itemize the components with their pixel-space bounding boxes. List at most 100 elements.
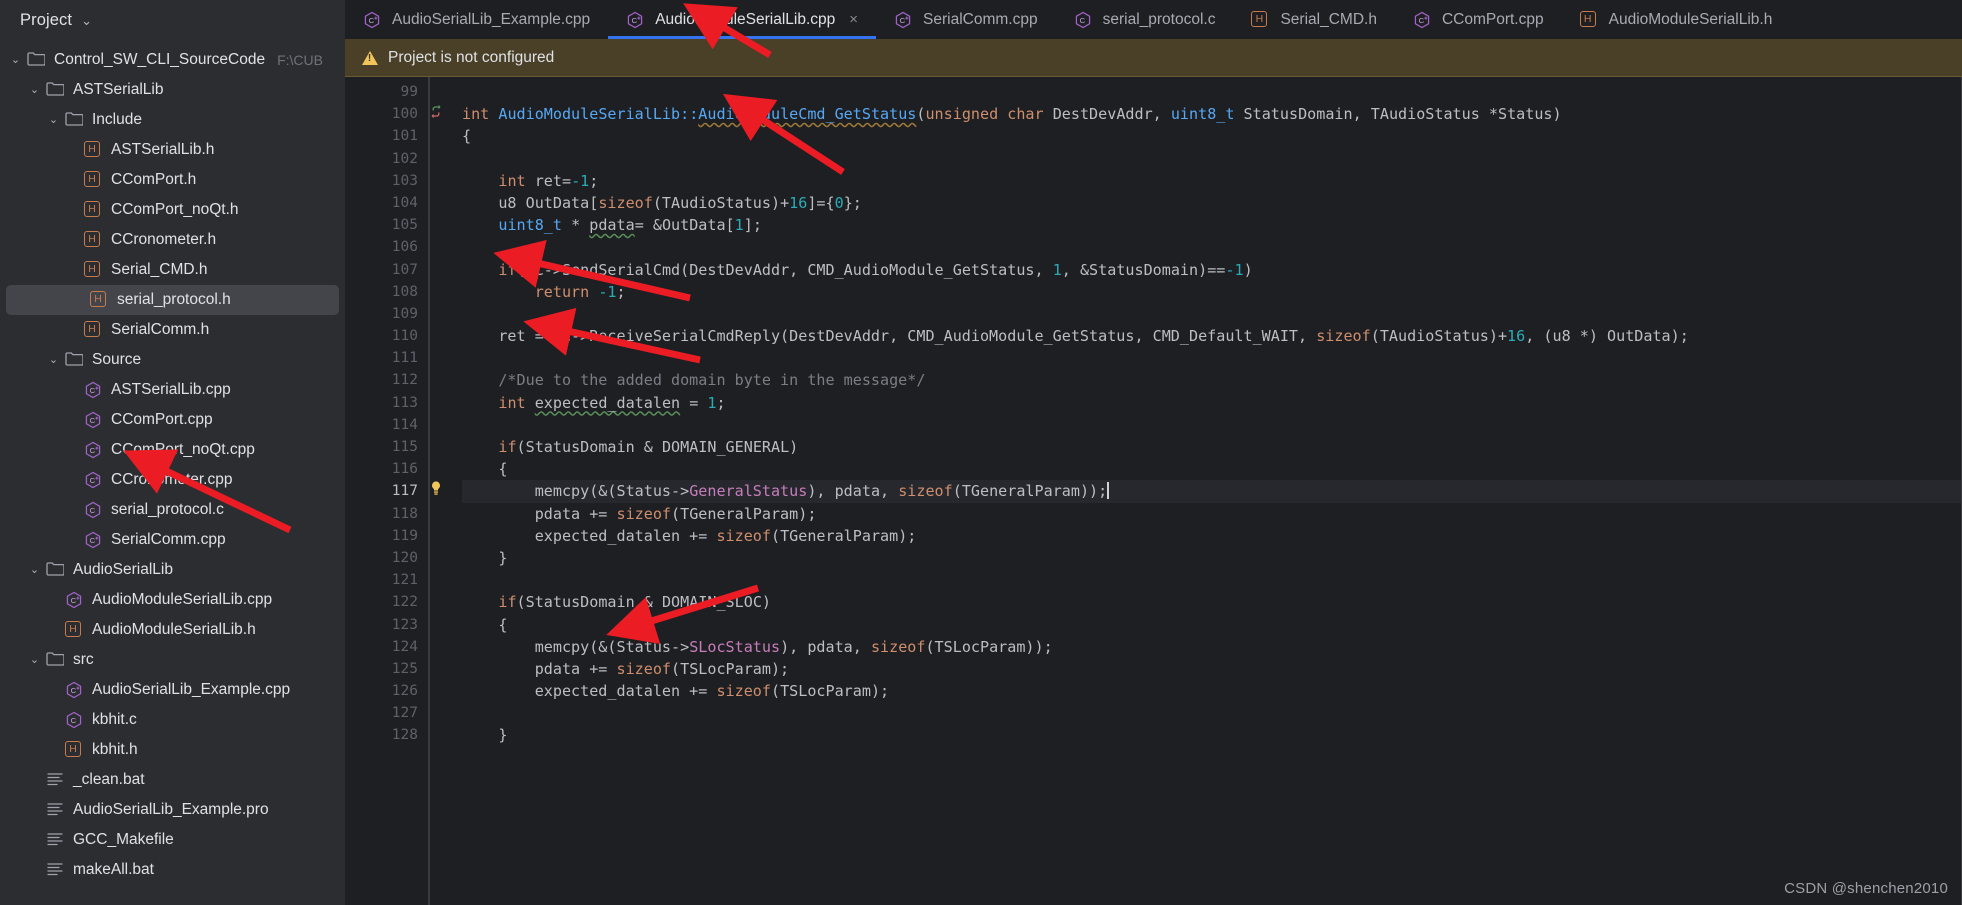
line-number[interactable]: 126 — [345, 680, 428, 702]
line-number[interactable]: 101 — [345, 125, 428, 147]
line-number[interactable]: 111 — [345, 347, 428, 369]
line-number-gutter[interactable]: 99 100 101 102 103 104 105 106 107 108 109 110 111 11… — [345, 77, 441, 905]
tree-item-ccomport-noqt-cpp[interactable]: ⌄CCComPort_noQt.cpp — [0, 435, 345, 465]
code-line[interactable] — [462, 81, 1962, 103]
tree-item-serial-cmd-h[interactable]: ⌄HSerial_CMD.h — [0, 255, 345, 285]
line-number[interactable]: 121 — [345, 569, 428, 591]
line-number[interactable]: 118 — [345, 503, 428, 525]
tree-item-astseriallib-h[interactable]: ⌄HASTSerialLib.h — [0, 135, 345, 165]
line-number[interactable]: 110 — [345, 325, 428, 347]
code-line[interactable]: if(SC->SendSerialCmd(DestDevAddr, CMD_Au… — [462, 259, 1962, 281]
tree-item-include[interactable]: ⌄ Include — [0, 105, 345, 135]
tree-item-serialcomm-h[interactable]: ⌄HSerialComm.h — [0, 315, 345, 345]
line-number[interactable]: 102 — [345, 148, 428, 170]
project-panel-header[interactable]: Project ⌄ — [0, 0, 345, 40]
notification-bar[interactable]: Project is not configured — [345, 39, 1962, 77]
line-number[interactable]: 119 — [345, 525, 428, 547]
tree-item-kbhit-c[interactable]: ⌄Ckbhit.c — [0, 705, 345, 735]
line-number[interactable]: 107 — [345, 259, 428, 281]
tree-item-source[interactable]: ⌄ Source — [0, 345, 345, 375]
code-line[interactable]: pdata += sizeof(TSLocParam); — [462, 658, 1962, 680]
chevron-down-icon[interactable]: ⌄ — [27, 564, 42, 576]
code-line[interactable] — [462, 414, 1962, 436]
tree-item--clean-bat[interactable]: ⌄_clean.bat — [0, 765, 345, 795]
tree-item-audioseriallib[interactable]: ⌄ AudioSerialLib — [0, 555, 345, 585]
chevron-down-icon[interactable]: ⌄ — [81, 13, 92, 29]
tree-item-ccomport-noqt-h[interactable]: ⌄HCComPort_noQt.h — [0, 195, 345, 225]
line-number[interactable]: 117 — [345, 480, 440, 502]
editor-tab-ccomport-cpp[interactable]: C CComPort.cpp — [1395, 0, 1562, 39]
editor-tab-audioseriallib-example-cpp[interactable]: C AudioSerialLib_Example.cpp — [345, 0, 608, 39]
code-line[interactable] — [462, 148, 1962, 170]
code-line[interactable]: int ret=-1; — [462, 170, 1962, 192]
line-number[interactable]: 114 — [345, 414, 428, 436]
editor-tab-serialcomm-cpp[interactable]: C SerialComm.cpp — [876, 0, 1056, 39]
editor-tab-serial-protocol-c[interactable]: Cserial_protocol.c — [1056, 0, 1234, 39]
line-number[interactable]: 105 — [345, 214, 428, 236]
code-line[interactable] — [462, 347, 1962, 369]
line-number[interactable]: 122 — [345, 591, 428, 613]
code-line[interactable] — [462, 702, 1962, 724]
chevron-down-icon[interactable]: ⌄ — [8, 54, 23, 66]
chevron-down-icon[interactable]: ⌄ — [46, 354, 61, 366]
code-line[interactable]: } — [462, 547, 1962, 569]
line-number[interactable]: 112 — [345, 369, 428, 391]
line-number[interactable]: 113 — [345, 392, 428, 414]
code-editor[interactable]: 99 100 101 102 103 104 105 106 107 108 109 110 111 11… — [345, 77, 1962, 905]
chevron-down-icon[interactable]: ⌄ — [46, 114, 61, 126]
tree-item-ccomport-cpp[interactable]: ⌄CCComPort.cpp — [0, 405, 345, 435]
code-line[interactable] — [462, 569, 1962, 591]
tree-item-src[interactable]: ⌄ src — [0, 645, 345, 675]
code-line[interactable]: return -1; — [462, 281, 1962, 303]
code-line[interactable]: memcpy(&(Status->SLocStatus), pdata, siz… — [462, 636, 1962, 658]
line-number[interactable]: 123 — [345, 614, 428, 636]
tree-item-ccronometer-h[interactable]: ⌄HCCronometer.h — [0, 225, 345, 255]
code-line[interactable]: /*Due to the added domain byte in the me… — [462, 369, 1962, 391]
tree-item-audioseriallib-example-cpp[interactable]: ⌄CAudioSerialLib_Example.cpp — [0, 675, 345, 705]
code-line[interactable]: ret = SC->ReceiveSerialCmdReply(DestDevA… — [462, 325, 1962, 347]
line-number[interactable]: 108 — [345, 281, 428, 303]
line-number[interactable]: 106 — [345, 236, 428, 258]
line-number[interactable]: 124 — [345, 636, 428, 658]
tree-item-audiomoduleseriallib-h[interactable]: ⌄HAudioModuleSerialLib.h — [0, 615, 345, 645]
tree-item-audiomoduleseriallib-cpp[interactable]: ⌄CAudioModuleSerialLib.cpp — [0, 585, 345, 615]
line-number[interactable]: 116 — [345, 458, 428, 480]
code-line[interactable]: { — [462, 125, 1962, 147]
tree-item-astseriallib[interactable]: ⌄ ASTSerialLib — [0, 75, 345, 105]
line-number[interactable]: 125 — [345, 658, 428, 680]
code-line[interactable]: uint8_t * pdata= &OutData[1]; — [462, 214, 1962, 236]
line-number[interactable]: 115 — [345, 436, 428, 458]
code-line[interactable]: { — [462, 614, 1962, 636]
code-line[interactable]: u8 OutData[sizeof(TAudioStatus)+16]={0}; — [462, 192, 1962, 214]
code-line[interactable]: expected_datalen += sizeof(TGeneralParam… — [462, 525, 1962, 547]
tree-item-serialcomm-cpp[interactable]: ⌄CSerialComm.cpp — [0, 525, 345, 555]
line-number[interactable]: 128 — [345, 724, 428, 746]
editor-tab-serial-cmd-h[interactable]: H Serial_CMD.h — [1233, 0, 1394, 39]
tree-item-ccronometer-cpp[interactable]: ⌄CCCronometer.cpp — [0, 465, 345, 495]
code-line[interactable]: } — [462, 724, 1962, 746]
code-content[interactable]: int AudioModuleSerialLib::AudioModuleCmd… — [429, 77, 1962, 905]
tree-item-astseriallib-cpp[interactable]: ⌄CASTSerialLib.cpp — [0, 375, 345, 405]
tree-item-makeall-bat[interactable]: ⌄makeAll.bat — [0, 855, 345, 885]
tree-item-gcc-makefile[interactable]: ⌄GCC_Makefile — [0, 825, 345, 855]
line-number[interactable]: 109 — [345, 303, 428, 325]
chevron-down-icon[interactable]: ⌄ — [27, 654, 42, 666]
code-line[interactable] — [462, 236, 1962, 258]
line-number[interactable]: 120 — [345, 547, 428, 569]
tree-item-audioseriallib-example-pro[interactable]: ⌄AudioSerialLib_Example.pro — [0, 795, 345, 825]
code-line[interactable]: int expected_datalen = 1; — [462, 392, 1962, 414]
code-line[interactable]: { — [462, 458, 1962, 480]
chevron-down-icon[interactable]: ⌄ — [27, 84, 42, 96]
editor-tab-audiomoduleseriallib-h[interactable]: H AudioModuleSerialLib.h — [1562, 0, 1791, 39]
tree-item-serial-protocol-h[interactable]: ⌄Hserial_protocol.h — [6, 285, 339, 315]
tree-item-ccomport-h[interactable]: ⌄HCComPort.h — [0, 165, 345, 195]
line-number[interactable]: 103 — [345, 170, 428, 192]
line-number[interactable]: 100 — [345, 103, 441, 125]
line-number[interactable]: 104 — [345, 192, 428, 214]
editor-tab-audiomoduleseriallib-cpp[interactable]: C AudioModuleSerialLib.cpp × — [608, 0, 877, 39]
line-number[interactable]: 99 — [345, 81, 428, 103]
code-line[interactable]: if(StatusDomain & DOMAIN_SLOC) — [462, 591, 1962, 613]
code-line[interactable]: int AudioModuleSerialLib::AudioModuleCmd… — [462, 103, 1962, 125]
line-number[interactable]: 127 — [345, 702, 428, 724]
code-line[interactable]: pdata += sizeof(TGeneralParam); — [462, 503, 1962, 525]
